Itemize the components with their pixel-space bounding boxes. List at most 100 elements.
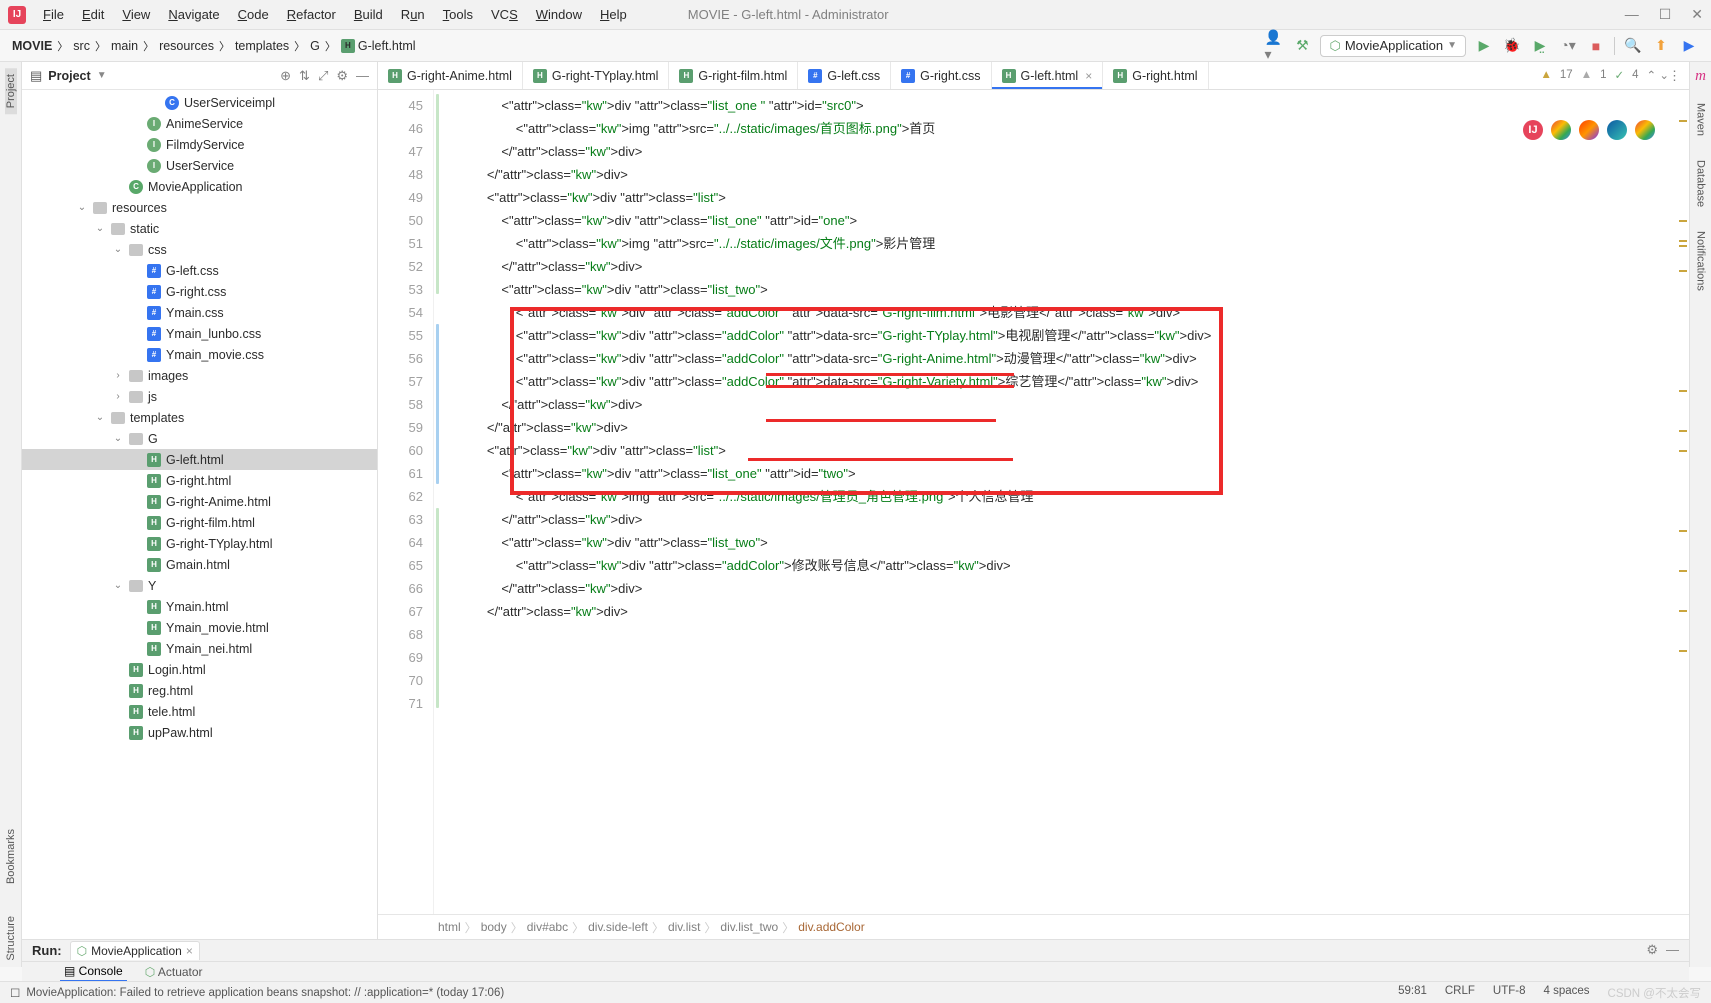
breadcrumb-segment[interactable]: G-left.html [358, 39, 416, 53]
actuator-tab[interactable]: ⬡ Actuator [141, 963, 207, 981]
close-tab-icon[interactable]: × [1085, 69, 1092, 83]
menu-code[interactable]: Code [231, 4, 276, 25]
tree-node[interactable]: CMovieApplication [22, 176, 377, 197]
tree-node[interactable]: ›js [22, 386, 377, 407]
status-icon[interactable]: ☐ [10, 986, 20, 1000]
hide-icon[interactable]: — [1666, 942, 1679, 958]
project-title[interactable]: Project [48, 69, 90, 83]
maximize-icon[interactable]: ☐ [1659, 6, 1672, 23]
tree-node[interactable]: HG-left.html [22, 449, 377, 470]
tree-node[interactable]: HG-right.html [22, 470, 377, 491]
stripe-bookmarks[interactable]: Bookmarks [5, 823, 17, 890]
editor-tab[interactable]: HG-left.html× [992, 62, 1104, 89]
menu-help[interactable]: Help [593, 4, 634, 25]
editor-tab[interactable]: HG-right-TYplay.html [523, 62, 670, 89]
profile-icon[interactable]: ◔▾ [1558, 36, 1578, 56]
tree-node[interactable]: Htele.html [22, 701, 377, 722]
structure-crumb[interactable]: html [438, 920, 461, 934]
tree-node[interactable]: ⌄Y [22, 575, 377, 596]
breadcrumb-segment[interactable]: src [73, 39, 90, 53]
close-icon[interactable]: ✕ [1691, 6, 1703, 23]
structure-crumb[interactable]: div.list_two [720, 920, 778, 934]
locate-icon[interactable]: ⊕ [280, 68, 291, 84]
indent[interactable]: 4 spaces [1544, 985, 1590, 1001]
tree-node[interactable]: HupPaw.html [22, 722, 377, 743]
menu-tools[interactable]: Tools [436, 4, 480, 25]
error-stripe[interactable] [1675, 90, 1689, 914]
minimize-icon[interactable]: — [1625, 6, 1639, 23]
stripe-maven[interactable]: Maven [1695, 97, 1707, 142]
editor-tab[interactable]: HG-right-film.html [669, 62, 798, 89]
project-view-icon[interactable]: ▤ [30, 68, 42, 84]
search-icon[interactable]: 🔍 [1623, 36, 1643, 56]
close-icon[interactable]: × [186, 944, 193, 958]
tree-node[interactable]: #G-left.css [22, 260, 377, 281]
tree-node[interactable]: HYmain_movie.html [22, 617, 377, 638]
expand-all-icon[interactable]: ⇅ [299, 68, 310, 84]
tree-node[interactable]: ⌄templates [22, 407, 377, 428]
tree-node[interactable]: #Ymain_movie.css [22, 344, 377, 365]
structure-crumb[interactable]: div#abc [527, 920, 568, 934]
tree-node[interactable]: CUserServiceimpl [22, 92, 377, 113]
tree-node[interactable]: Hreg.html [22, 680, 377, 701]
hammer-build-icon[interactable]: ⚒ [1292, 36, 1312, 56]
tree-node[interactable]: HLogin.html [22, 659, 377, 680]
menu-file[interactable]: File [36, 4, 71, 25]
line-gutter[interactable]: 4546474849505152535455565758596061626364… [378, 90, 434, 914]
tree-node[interactable]: HG-right-film.html [22, 512, 377, 533]
console-tab[interactable]: ▤ Console [60, 962, 127, 982]
breadcrumb-segment[interactable]: MOVIE [12, 39, 52, 53]
collapse-all-icon[interactable]: ⤢ [318, 68, 328, 84]
coverage-icon[interactable]: ▶̤ [1530, 36, 1550, 56]
editor-tab[interactable]: #G-left.css [798, 62, 891, 89]
line-ending[interactable]: CRLF [1445, 985, 1475, 1001]
breadcrumb[interactable]: MOVIE〉src〉main〉resources〉templates〉G〉HG-… [12, 38, 416, 54]
run-icon[interactable]: ▶ [1474, 36, 1494, 56]
firefox-icon[interactable] [1579, 120, 1599, 140]
breadcrumb-segment[interactable]: main [111, 39, 138, 53]
code-content[interactable]: <"attr">class="kw">div "attr">class="lis… [434, 90, 1689, 914]
menu-refactor[interactable]: Refactor [280, 4, 343, 25]
encoding[interactable]: UTF-8 [1493, 985, 1526, 1001]
editor-tab[interactable]: HG-right.html [1103, 62, 1208, 89]
tree-node[interactable]: HYmain.html [22, 596, 377, 617]
tree-node[interactable]: #Ymain.css [22, 302, 377, 323]
structure-crumb[interactable]: div.addColor [798, 920, 864, 934]
menu-build[interactable]: Build [347, 4, 390, 25]
menu-navigate[interactable]: Navigate [161, 4, 226, 25]
tree-node[interactable]: IAnimeService [22, 113, 377, 134]
debug-icon[interactable]: 🐞 [1502, 36, 1522, 56]
tree-node[interactable]: ⌄resources [22, 197, 377, 218]
tree-node[interactable]: IFilmdyService [22, 134, 377, 155]
user-icon[interactable]: 👤▾ [1264, 36, 1284, 56]
stripe-database[interactable]: Database [1695, 154, 1707, 213]
structure-crumb[interactable]: body [481, 920, 507, 934]
menu-view[interactable]: View [115, 4, 157, 25]
breadcrumb-segment[interactable]: G [310, 39, 320, 53]
code-with-me-icon[interactable]: ▶ [1679, 36, 1699, 56]
tree-node[interactable]: HG-right-TYplay.html [22, 533, 377, 554]
menu-edit[interactable]: Edit [75, 4, 111, 25]
breadcrumb-segment[interactable]: templates [235, 39, 289, 53]
stripe-notifications[interactable]: Notifications [1695, 225, 1707, 297]
run-config-selector[interactable]: ⬡ MovieApplication ▼ [1320, 35, 1466, 57]
editor-tab[interactable]: #G-right.css [891, 62, 991, 89]
tree-node[interactable]: ⌄static [22, 218, 377, 239]
tree-node[interactable]: IUserService [22, 155, 377, 176]
stripe-project[interactable]: Project [5, 68, 17, 114]
code-area[interactable]: 4546474849505152535455565758596061626364… [378, 90, 1689, 914]
gear-icon[interactable]: ⚙ [336, 68, 348, 84]
tree-node[interactable]: #Ymain_lunbo.css [22, 323, 377, 344]
tree-node[interactable]: #G-right.css [22, 281, 377, 302]
editor-tab[interactable]: HG-right-Anime.html [378, 62, 523, 89]
menu-window[interactable]: Window [529, 4, 589, 25]
inspection-indicators[interactable]: ▲17 ▲1 ✓4 ⌃ ⌄ [1537, 66, 1674, 84]
chrome-icon[interactable] [1551, 120, 1571, 140]
breadcrumb-segment[interactable]: resources [159, 39, 214, 53]
tree-node[interactable]: ›images [22, 365, 377, 386]
structure-crumb[interactable]: div.side-left [588, 920, 648, 934]
structure-breadcrumb[interactable]: html〉body〉div#abc〉div.side-left〉div.list… [378, 914, 1689, 939]
gear-icon[interactable]: ⚙ [1646, 942, 1658, 958]
stop-icon[interactable]: ■ [1586, 36, 1606, 56]
chrome2-icon[interactable] [1635, 120, 1655, 140]
